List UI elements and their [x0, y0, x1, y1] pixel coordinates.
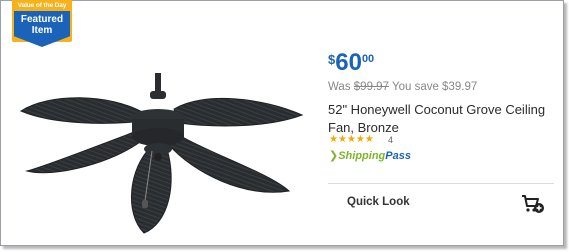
was-price: $99.97 [353, 81, 389, 93]
rating-count: 4 [388, 135, 394, 145]
price-dollars: 60 [335, 49, 362, 76]
was-label: Was [328, 81, 351, 93]
price-currency: $ [328, 52, 336, 67]
product-title[interactable]: 52" Honeywell Coconut Grove Ceiling Fan,… [328, 101, 558, 137]
badge-top-label: Value of the Day [17, 2, 67, 9]
product-card: Value of the Day Featured Item $6000 Was… [0, 0, 564, 246]
chevron-right-icon: ❯ [329, 150, 339, 162]
savings-text: You save $39.97 [391, 81, 478, 93]
divider [328, 183, 554, 184]
quick-look-button[interactable]: Quick Look [347, 196, 410, 208]
pass-word: Pass [385, 150, 411, 162]
price-cents: 00 [361, 53, 375, 65]
featured-item-badge: Value of the Day Featured Item [12, 0, 72, 47]
shipping-pass-badge: ❯ShippingPass [329, 149, 411, 162]
was-price-line: Was $99.97 You save $39.97 [328, 81, 477, 93]
price: $6000 [328, 49, 374, 77]
badge-line-2: Item [31, 25, 53, 36]
rating-stars-icon: ★★★★★ [329, 134, 374, 145]
add-to-cart-icon[interactable] [521, 194, 545, 214]
badge-line-1: Featured [20, 14, 64, 25]
shipping-word: Shipping [338, 150, 386, 162]
product-image[interactable] [19, 73, 314, 238]
